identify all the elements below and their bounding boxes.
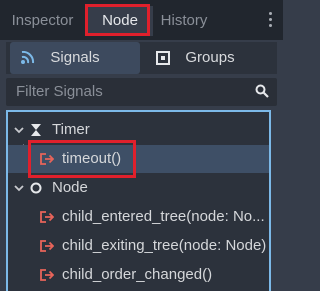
chevron-down-icon[interactable] <box>14 185 24 192</box>
signals-groups-switch: Signals Groups <box>6 42 277 74</box>
chevron-down-icon[interactable] <box>14 127 24 134</box>
signal-arrow-icon <box>40 240 54 252</box>
signal-arrow-icon <box>40 211 54 223</box>
groups-label: Groups <box>185 49 235 66</box>
signal-row-child-exiting-tree[interactable]: child_exiting_tree(node: Node) <box>8 232 269 260</box>
signal-row-child-entered-tree[interactable]: child_entered_tree(node: No... <box>8 203 269 231</box>
hourglass-icon <box>31 124 41 136</box>
signal-row-child-order-changed[interactable]: child_order_changed() <box>8 261 269 289</box>
signal-label: child_order_changed() <box>62 266 213 283</box>
search-icon <box>255 84 269 98</box>
signals-tree: Timer timeout() Node child_entered_tree(… <box>6 110 271 291</box>
signal-waves-icon <box>21 51 35 64</box>
filter-signals-input[interactable]: Filter Signals <box>6 78 277 106</box>
node-label: Node <box>52 179 88 196</box>
groups-button[interactable]: Groups <box>148 42 272 74</box>
signal-arrow-icon <box>40 269 54 281</box>
signals-label: Signals <box>50 49 100 66</box>
signal-label: child_entered_tree(node: No... <box>62 208 265 225</box>
node-circle-icon <box>30 182 42 194</box>
signals-button[interactable]: Signals <box>10 42 140 74</box>
highlight-box-timeout <box>28 140 136 178</box>
group-box-icon <box>156 51 170 65</box>
more-options-icon[interactable] <box>269 12 273 30</box>
tree-row-node[interactable]: Node <box>8 174 269 202</box>
highlight-box-node-tab <box>85 4 150 36</box>
signal-label: child_exiting_tree(node: Node) <box>62 237 267 254</box>
tab-inspector[interactable]: Inspector <box>0 6 85 36</box>
tab-history[interactable]: History <box>153 6 215 36</box>
filter-placeholder: Filter Signals <box>16 83 103 100</box>
